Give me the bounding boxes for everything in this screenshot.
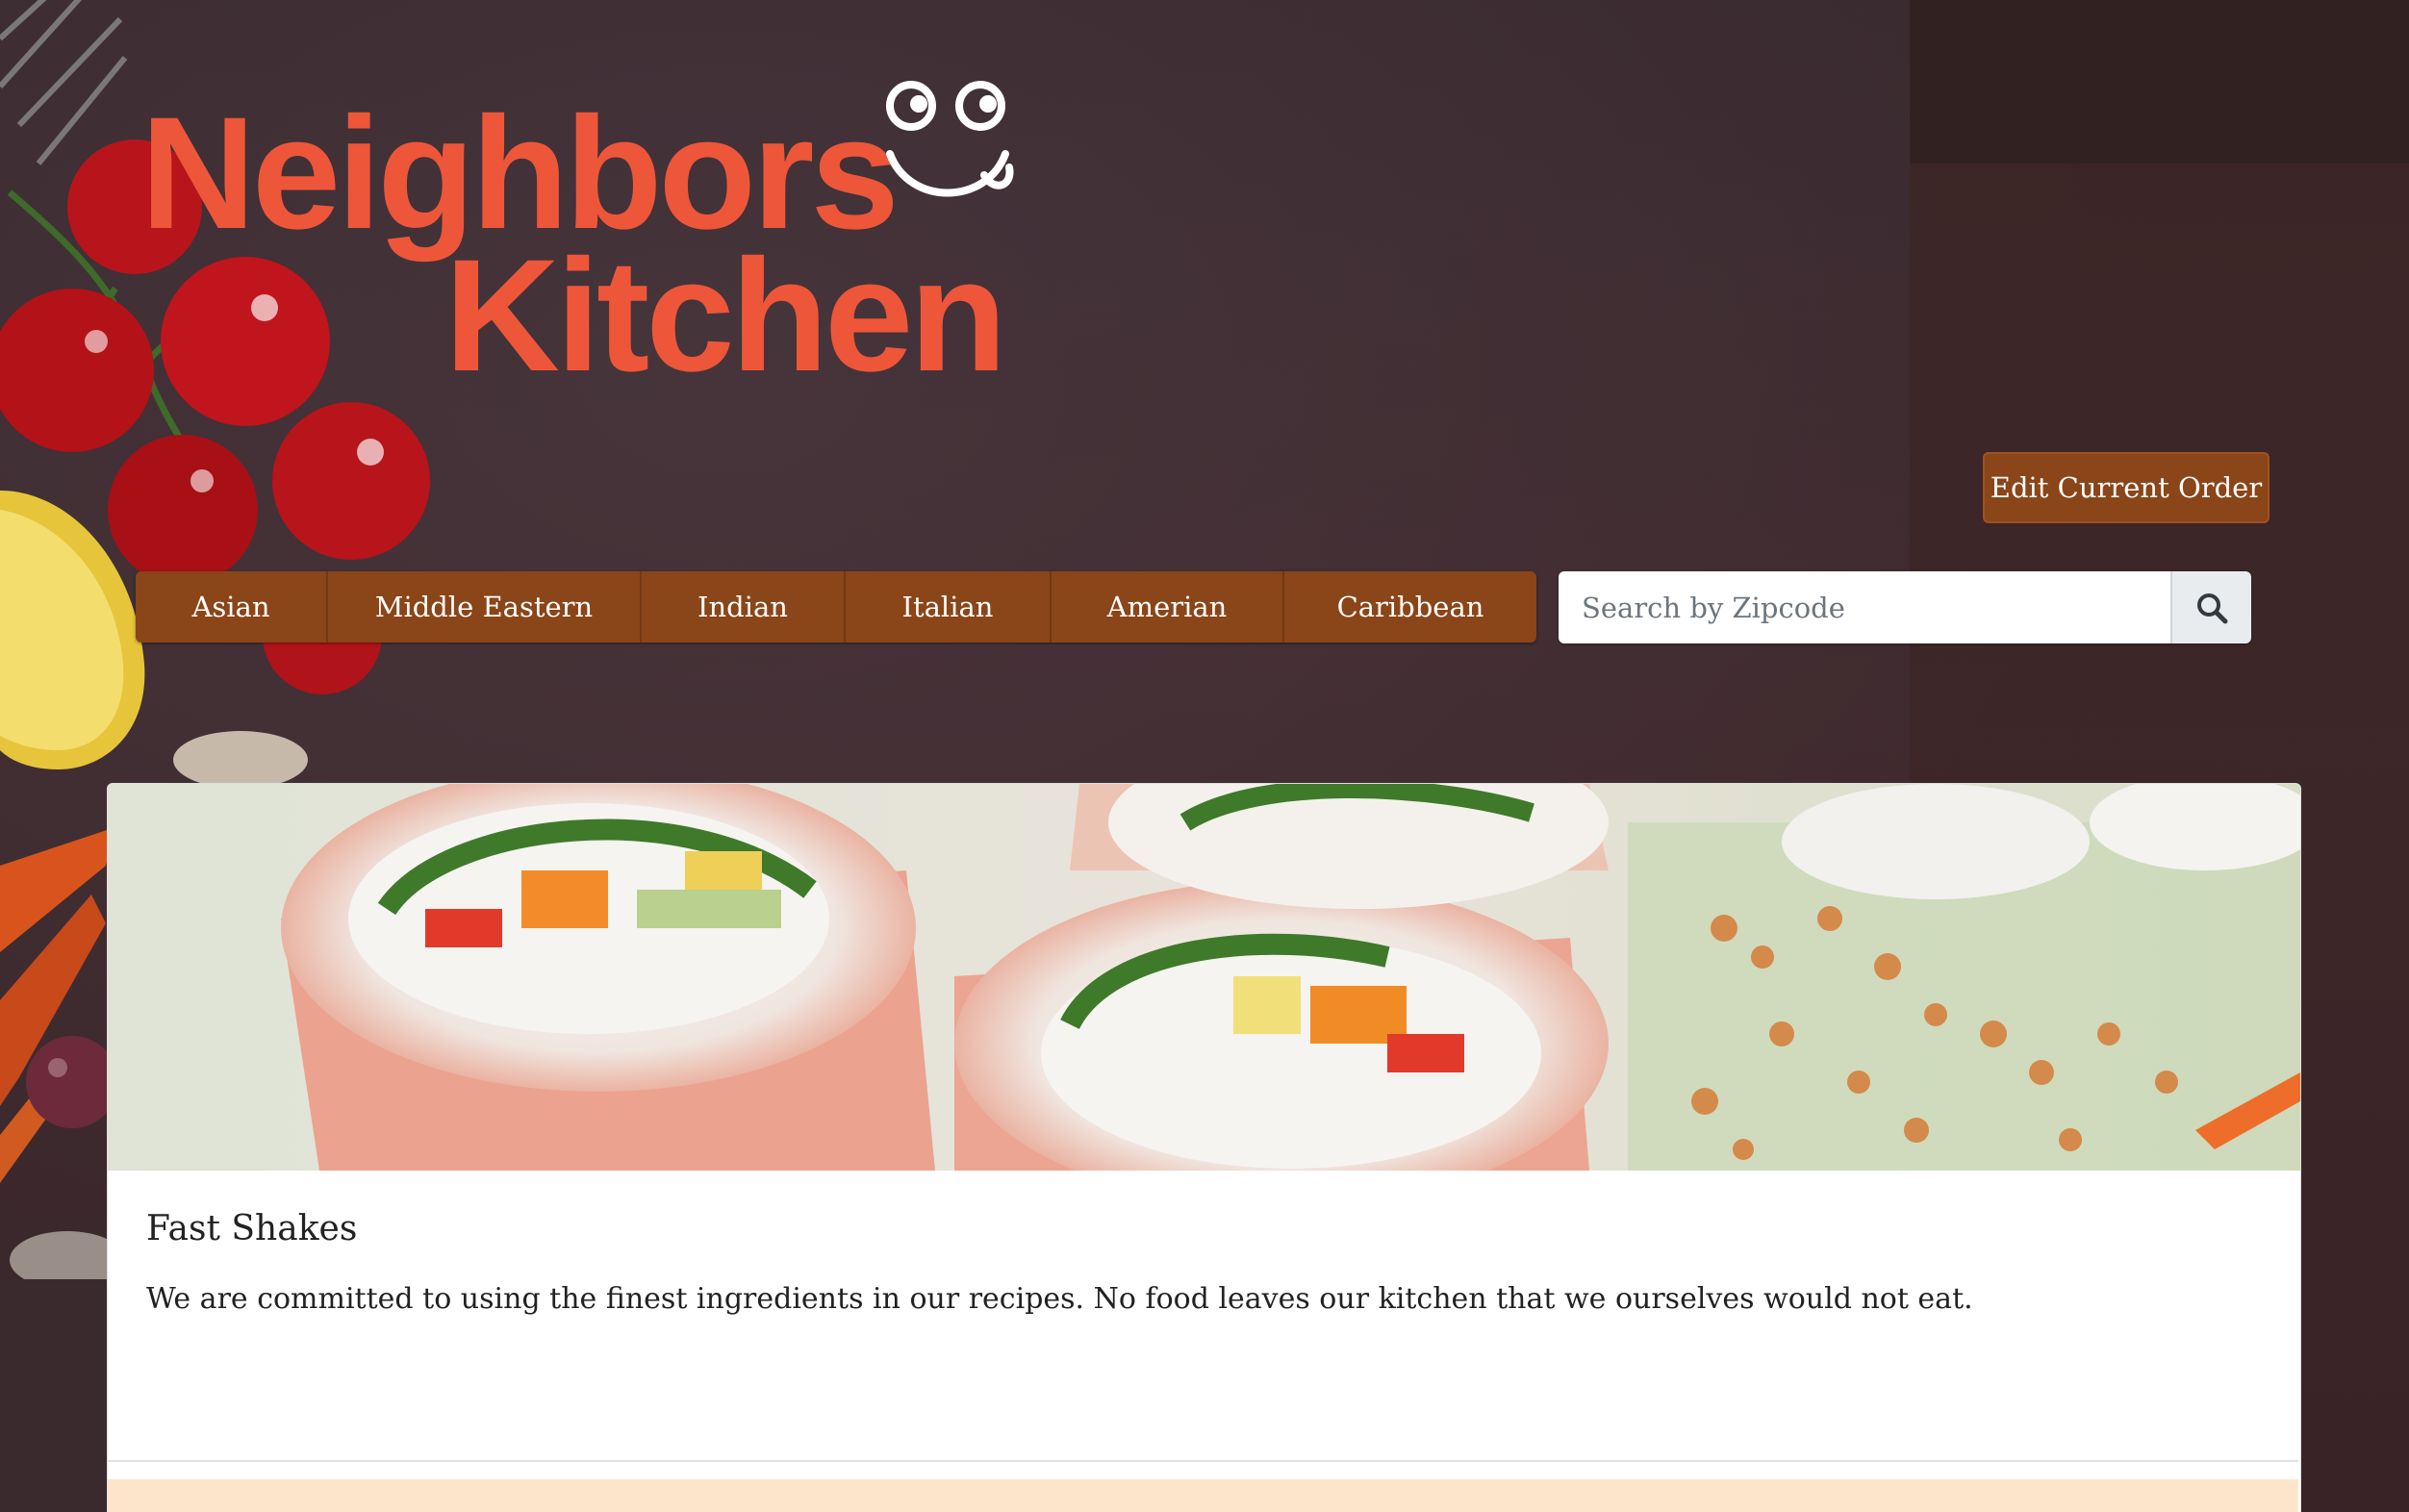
zipcode-search-input[interactable] bbox=[1559, 571, 2170, 643]
brand-name-line2: Kitchen bbox=[444, 227, 1007, 405]
edit-current-order-button[interactable]: Edit Current Order bbox=[1983, 452, 2270, 523]
nav-asian-button[interactable]: Asian bbox=[136, 571, 328, 643]
card-footer bbox=[108, 1479, 2298, 1512]
card-title: Fast Shakes bbox=[146, 1209, 358, 1248]
card-divider bbox=[108, 1460, 2298, 1462]
nav-indian-button[interactable]: Indian bbox=[642, 571, 846, 643]
smiley-face-icon bbox=[886, 81, 1014, 197]
nav-amerian-button[interactable]: Amerian bbox=[1052, 571, 1284, 643]
nav-italian-button[interactable]: Italian bbox=[846, 571, 1052, 643]
search-icon bbox=[2197, 592, 2228, 623]
search-button[interactable] bbox=[2170, 571, 2251, 643]
card-food-image bbox=[108, 784, 2300, 1171]
restaurant-card[interactable]: Fast Shakes We are committed to using th… bbox=[107, 783, 2301, 1512]
card-description: We are committed to using the finest ing… bbox=[146, 1282, 1973, 1316]
background-band bbox=[1910, 0, 2409, 164]
zipcode-search bbox=[1559, 571, 2251, 643]
background-strip bbox=[0, 1279, 108, 1512]
nav-middle-eastern-button[interactable]: Middle Eastern bbox=[328, 571, 642, 643]
cuisine-nav: Asian Middle Eastern Indian Italian Amer… bbox=[136, 571, 1536, 643]
nav-caribbean-button[interactable]: Caribbean bbox=[1284, 571, 1536, 643]
